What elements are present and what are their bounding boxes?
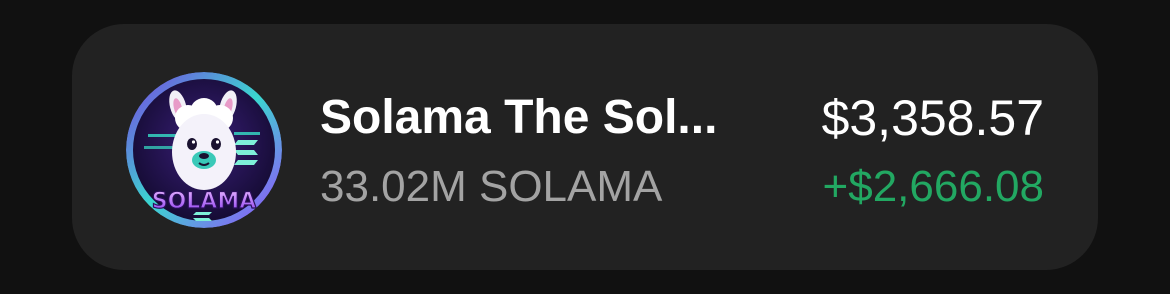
fiat-value: $3,358.57 — [821, 90, 1044, 146]
token-name: Solama The Sol... — [320, 91, 718, 144]
logo-wordmark: SOLAMA — [152, 189, 257, 214]
asset-row[interactable]: SOLAMA Solama The Sol... 33.02M SOLAMA $… — [72, 24, 1098, 270]
token-balance: 33.02M SOLAMA — [320, 162, 663, 211]
solama-llama-logo-icon: SOLAMA — [126, 72, 282, 228]
value-change: +$2,666.08 — [822, 162, 1044, 211]
